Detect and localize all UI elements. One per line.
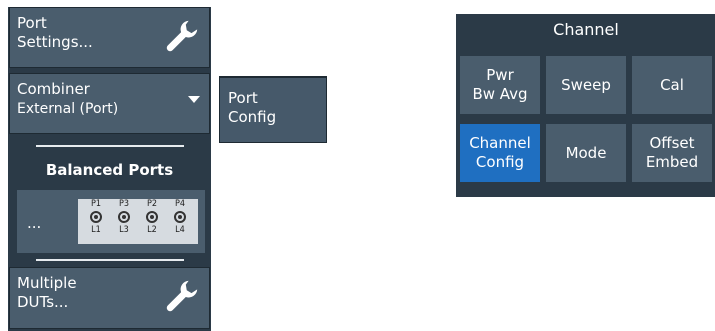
cal-button[interactable]: Cal [632,56,712,114]
port-label-bottom: L1 [91,225,101,235]
channel-title: Channel [553,20,619,39]
port-label-top: P4 [174,199,186,209]
offset-embed-button[interactable]: Offset Embed [632,124,712,182]
port-p3: P3 L3 [111,199,137,244]
port-label-bottom: L2 [147,225,157,235]
ports-diagram: P1 L1 P3 L3 P2 L2 P4 L4 [78,199,198,244]
pwr-bw-avg-button[interactable]: Pwr Bw Avg [460,56,540,114]
port-config-button[interactable]: Port Config [219,76,327,143]
balanced-ports-title: Balanced Ports [45,161,174,179]
multiple-duts-label: Multiple DUTs... [17,274,77,311]
port-settings-button[interactable]: Port Settings... [9,7,210,68]
port-label-top: P1 [90,199,102,209]
combiner-title: Combiner [17,80,90,98]
port-connector-icon [174,211,186,223]
port-settings-label: Port Settings... [17,14,93,51]
port-config-label: Port Config [228,89,277,126]
sweep-button[interactable]: Sweep [546,56,626,114]
port-config-panel: Port Settings... Combiner External (Port… [8,7,211,331]
dropdown-arrow-icon [188,96,200,103]
combiner-dropdown[interactable]: Combiner External (Port) [9,73,210,134]
mode-button[interactable]: Mode [546,124,626,182]
channel-panel: Channel Pwr Bw Avg Sweep Cal Channel Con… [456,14,715,197]
wrench-icon [166,20,198,52]
port-label-top: P2 [146,199,158,209]
combiner-value: External (Port) [17,101,119,117]
port-label-top: P3 [118,199,130,209]
port-p1: P1 L1 [83,199,109,244]
port-connector-icon [90,211,102,223]
port-p4: P4 L4 [167,199,193,244]
balanced-ports-button[interactable]: ... P1 L1 P3 L3 P2 L2 P4 L4 [17,190,205,253]
channel-config-button[interactable]: Channel Config [460,124,540,182]
port-label-bottom: L4 [175,225,185,235]
ports-ellipsis: ... [27,214,42,232]
port-label-bottom: L3 [119,225,129,235]
section-divider [36,145,184,147]
port-p2: P2 L2 [139,199,165,244]
section-divider [36,259,184,261]
multiple-duts-button[interactable]: Multiple DUTs... [9,267,210,329]
wrench-icon [166,280,198,312]
port-connector-icon [118,211,130,223]
port-connector-icon [146,211,158,223]
